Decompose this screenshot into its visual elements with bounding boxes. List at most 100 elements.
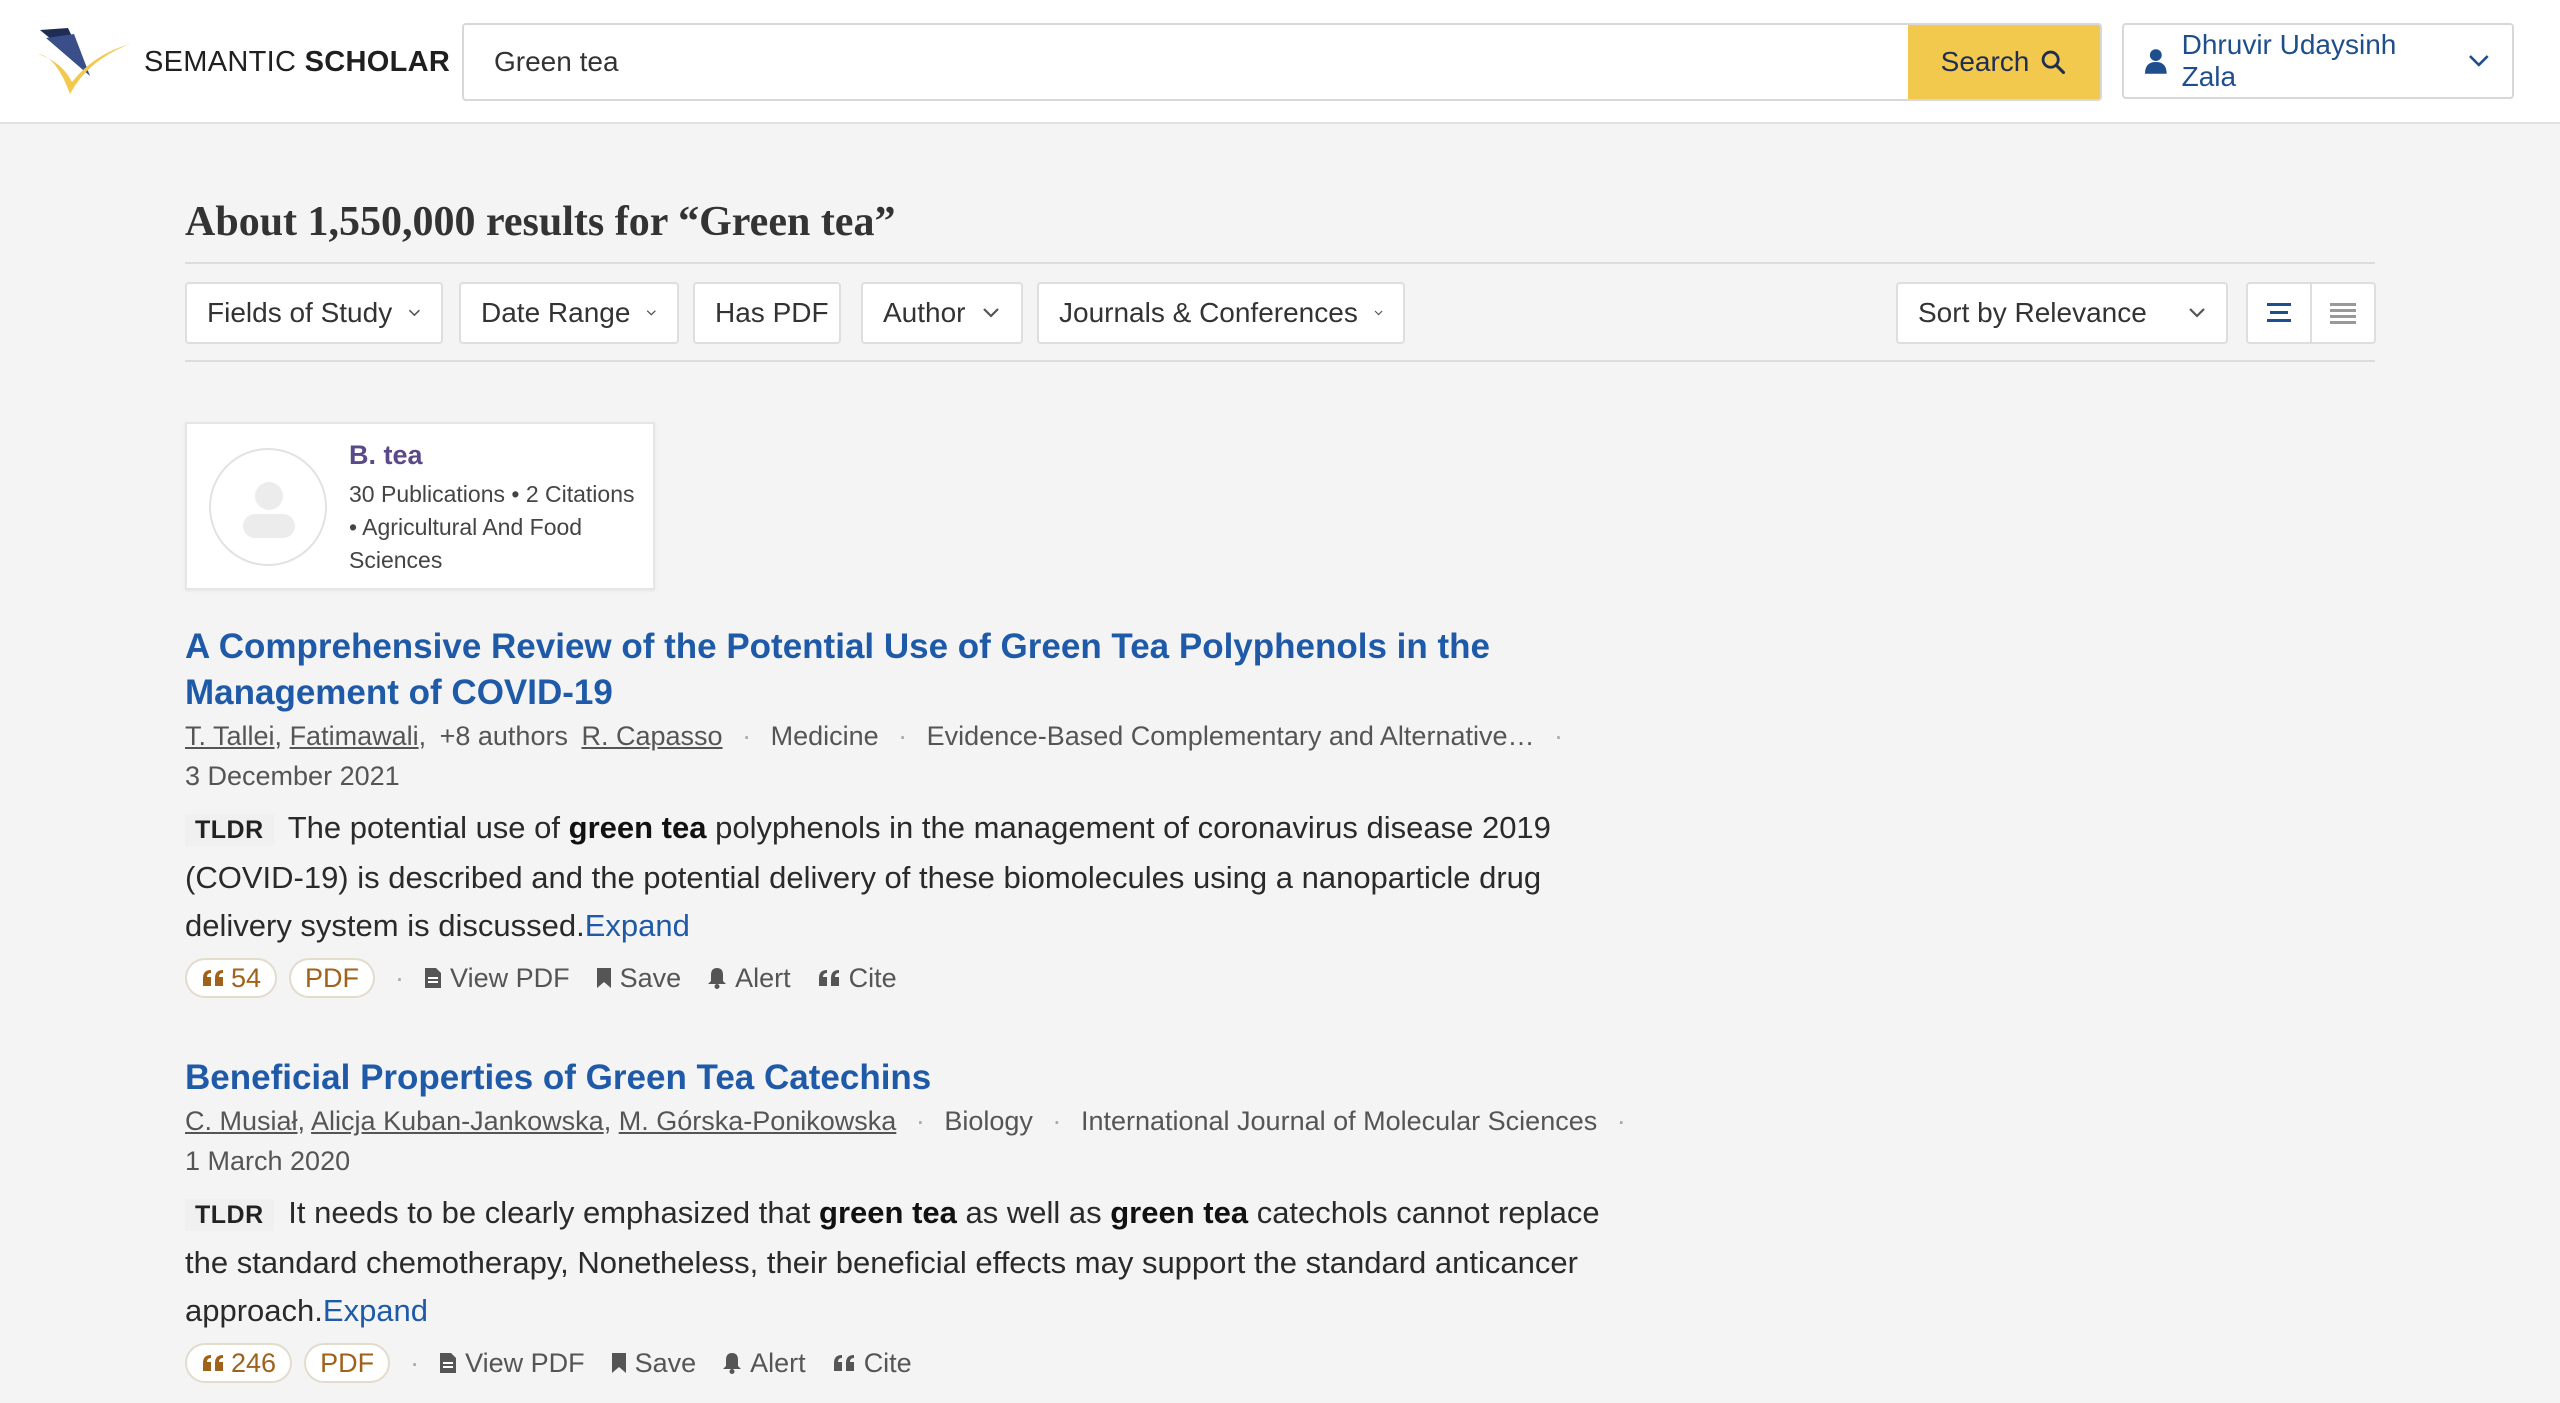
tldr-text: The potential use of: [287, 810, 569, 845]
author-meta: 30 Publications • 2 Citations • Agricult…: [349, 481, 635, 573]
pdf-badge[interactable]: PDF: [289, 958, 376, 998]
logo-mark-icon: [38, 28, 130, 94]
publication-date: 1 March 2020: [185, 1146, 351, 1176]
publication-date: 3 December 2021: [185, 761, 400, 791]
field-of-study: Biology: [944, 1106, 1033, 1136]
expand-link[interactable]: Expand: [323, 1293, 428, 1328]
author-link[interactable]: Fatimawali: [290, 721, 419, 751]
chevron-down-icon: [409, 309, 421, 317]
bookmark-icon: [596, 968, 611, 988]
author-link[interactable]: C. Musiał: [185, 1106, 298, 1136]
bell-icon: [708, 968, 727, 989]
journals-conferences-filter[interactable]: Journals & Conferences: [1037, 282, 1405, 344]
cite-label: Cite: [848, 962, 897, 993]
alert-button[interactable]: Alert: [707, 963, 791, 994]
file-icon: [425, 968, 442, 988]
tldr-badge: TLDR: [185, 1199, 274, 1231]
list-view-icon: [2267, 303, 2291, 322]
tldr-text: as well as: [956, 1195, 1111, 1230]
save-label: Save: [634, 1347, 697, 1378]
quote-icon: [833, 1355, 854, 1371]
citation-count-badge[interactable]: 246: [185, 1343, 293, 1383]
view-pdf-button[interactable]: View PDF: [439, 1348, 585, 1379]
tldr-summary: TLDR It needs to be clearly emphasized t…: [185, 1189, 1645, 1335]
avatar-placeholder-icon: [243, 482, 295, 538]
bookmark-icon: [611, 1353, 626, 1373]
citation-count-badge[interactable]: 54: [185, 958, 278, 998]
separator: ·: [1052, 1106, 1062, 1136]
has-pdf-filter[interactable]: Has PDF: [693, 282, 841, 344]
fields-of-study-filter[interactable]: Fields of Study: [185, 282, 443, 344]
author-name[interactable]: B. tea: [349, 440, 423, 471]
tldr-summary: TLDR The potential use of green tea poly…: [185, 804, 1645, 950]
search-button[interactable]: Search: [1908, 25, 2100, 99]
citation-count: 54: [231, 962, 262, 993]
alert-label: Alert: [750, 1347, 806, 1378]
user-menu-button[interactable]: Dhruvir Udaysinh Zala: [2122, 23, 2514, 99]
sort-dropdown[interactable]: Sort by Relevance: [1896, 282, 2228, 344]
author-filter[interactable]: Author: [861, 282, 1023, 344]
filter-label: Has PDF: [715, 297, 829, 328]
more-authors-button[interactable]: +8 authors: [440, 721, 568, 751]
venue[interactable]: International Journal of Molecular Scien…: [1081, 1106, 1597, 1136]
user-icon: [2144, 49, 2167, 74]
chevron-down-icon: [982, 308, 999, 318]
author-card[interactable]: B. tea 30 Publications • 2 Citations • A…: [185, 422, 655, 590]
chevron-down-icon: [2189, 308, 2205, 318]
tldr-highlight: green tea: [819, 1195, 957, 1230]
alert-label: Alert: [735, 962, 791, 993]
venue[interactable]: Evidence-Based Complementary and Alterna…: [927, 721, 1535, 751]
results-count-heading: About 1,550,000 results for “Green tea”: [185, 199, 896, 245]
quote-icon: [203, 1355, 223, 1371]
pdf-label: PDF: [320, 1347, 375, 1378]
compact-view-button[interactable]: [2310, 284, 2374, 342]
citation-count: 246: [231, 1347, 277, 1378]
save-button[interactable]: Save: [611, 1347, 697, 1379]
expand-link[interactable]: Expand: [585, 908, 690, 943]
top-header: SEMANTIC SCHOLAR Search Dhruvir Udaysinh…: [0, 0, 2560, 124]
author-link[interactable]: R. Capasso: [581, 721, 722, 751]
search-bar: Search: [462, 23, 2102, 101]
search-input[interactable]: [464, 25, 1908, 99]
file-icon: [440, 1353, 457, 1373]
divider: [185, 360, 2375, 362]
chevron-down-icon: [2469, 55, 2489, 67]
divider: [185, 262, 2375, 264]
separator: ·: [1554, 721, 1564, 751]
cite-button[interactable]: Cite: [817, 963, 897, 994]
tldr-highlight: green tea: [568, 810, 707, 845]
paper-result: A Comprehensive Review of the Potential …: [185, 624, 1645, 998]
alert-button[interactable]: Alert: [722, 1348, 806, 1379]
paper-actions: 54 PDF · View PDF Save Alert Cite: [185, 958, 1645, 998]
filter-label: Date Range: [481, 297, 631, 328]
compact-list-icon: [2330, 303, 2356, 324]
cite-label: Cite: [863, 1347, 912, 1378]
separator: ·: [742, 721, 752, 751]
pdf-label: PDF: [305, 962, 360, 993]
expanded-view-button[interactable]: [2248, 284, 2310, 342]
view-toggle: [2246, 282, 2376, 344]
paper-title[interactable]: A Comprehensive Review of the Potential …: [185, 624, 1645, 716]
date-range-filter[interactable]: Date Range: [459, 282, 679, 344]
author-link[interactable]: T. Tallei: [185, 721, 275, 751]
bell-icon: [723, 1353, 742, 1374]
save-button[interactable]: Save: [596, 962, 682, 994]
semantic-scholar-logo[interactable]: SEMANTIC SCHOLAR: [34, 22, 454, 102]
author-link[interactable]: M. Górska-Ponikowska: [619, 1106, 897, 1136]
separator: ·: [410, 1347, 420, 1378]
quote-icon: [818, 970, 839, 986]
view-pdf-label: View PDF: [465, 1347, 585, 1378]
paper-title[interactable]: Beneficial Properties of Green Tea Catec…: [185, 1055, 1645, 1101]
view-pdf-button[interactable]: View PDF: [424, 963, 570, 994]
paper-meta: C. Musiał, Alicja Kuban-Jankowska, M. Gó…: [185, 1106, 1626, 1136]
separator: ·: [1616, 1106, 1626, 1136]
pdf-badge[interactable]: PDF: [304, 1343, 391, 1383]
user-name: Dhruvir Udaysinh Zala: [2181, 29, 2397, 92]
cite-button[interactable]: Cite: [832, 1348, 912, 1379]
filter-label: Author: [883, 297, 966, 328]
chevron-down-icon: [647, 310, 657, 316]
tldr-badge: TLDR: [185, 814, 274, 846]
author-link[interactable]: Alicja Kuban-Jankowska: [311, 1106, 604, 1136]
filter-label: Fields of Study: [207, 297, 393, 328]
save-label: Save: [619, 962, 682, 993]
